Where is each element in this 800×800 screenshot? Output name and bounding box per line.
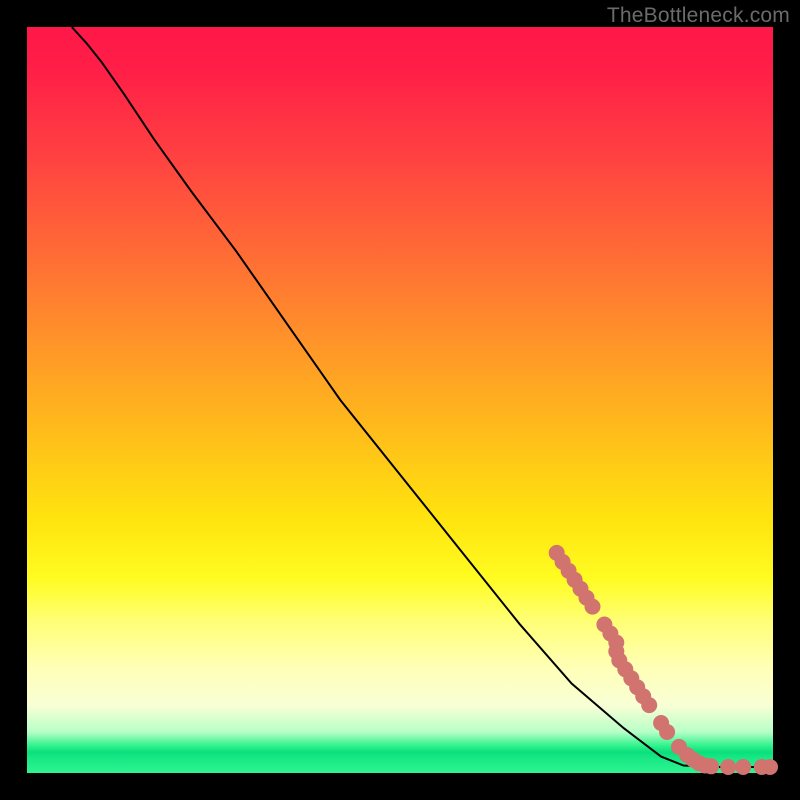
data-point (762, 759, 778, 775)
data-point (735, 759, 751, 775)
data-point (659, 724, 675, 740)
chart-frame: TheBottleneck.com (0, 0, 800, 800)
data-point (641, 697, 657, 713)
scatter-points (549, 545, 778, 775)
chart-overlay (27, 27, 773, 773)
watermark-text: TheBottleneck.com (607, 4, 790, 28)
bottleneck-curve (72, 27, 773, 767)
data-point (703, 758, 719, 774)
data-point (720, 759, 736, 775)
data-point (585, 599, 601, 615)
